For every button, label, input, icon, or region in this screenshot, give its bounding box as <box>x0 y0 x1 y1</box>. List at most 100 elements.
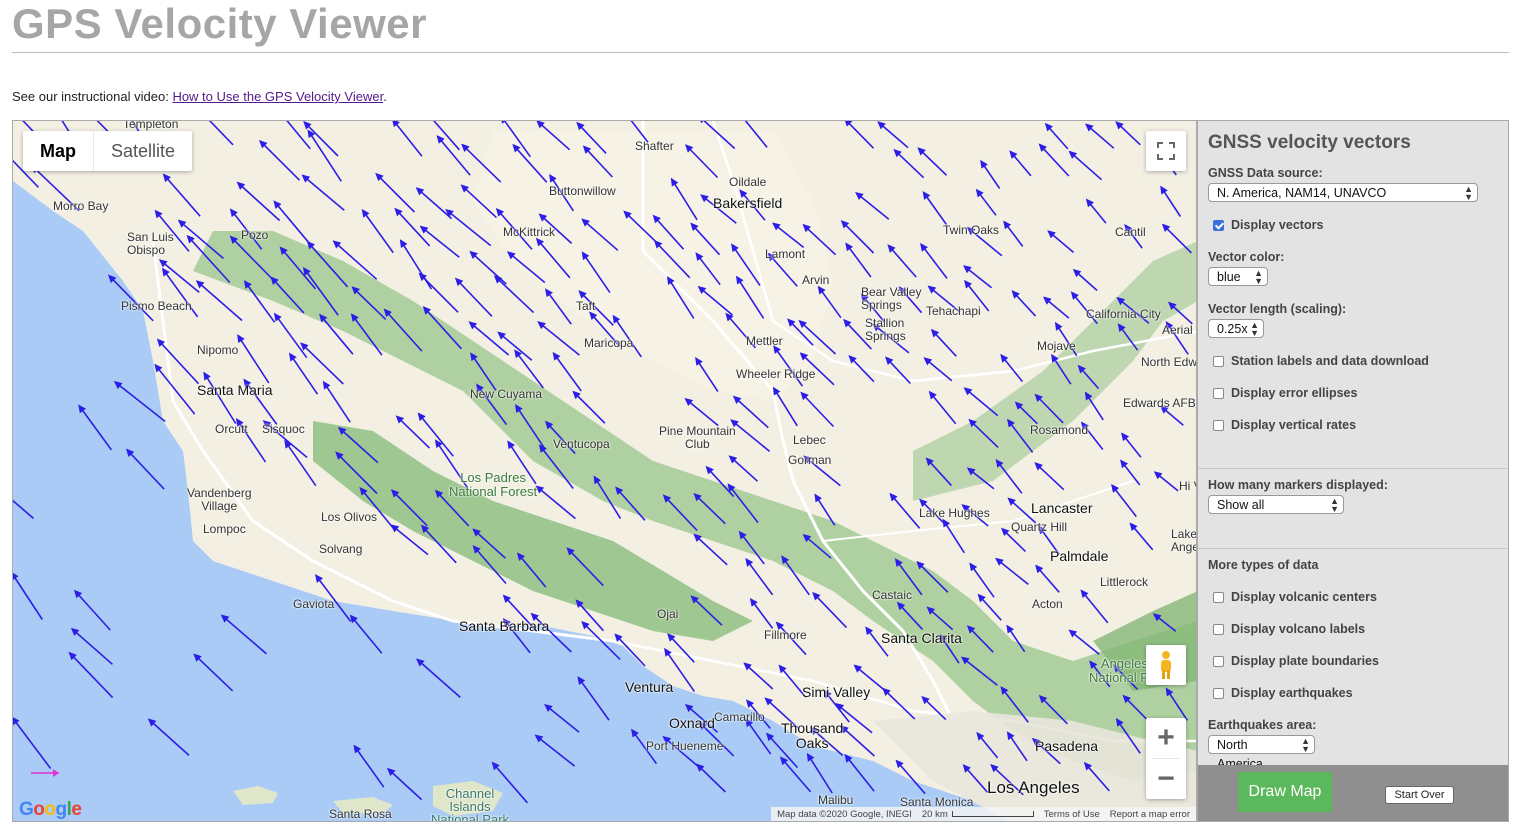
map-label: California City <box>1086 307 1161 321</box>
plate-boundaries-option[interactable]: Display plate boundaries <box>1213 654 1379 668</box>
map-type-control: Map Satellite <box>23 131 193 171</box>
map-label: Lompoc <box>203 522 246 536</box>
map-label: Ventucopa <box>553 437 610 451</box>
map-label: Arvin <box>802 273 830 287</box>
map-label: Maricopa <box>584 336 634 350</box>
select-arrows-icon: ▲ ▼ <box>1301 736 1310 754</box>
map-scale: 20 km <box>922 809 1034 820</box>
error-ellipses-checkbox[interactable] <box>1213 387 1224 399</box>
street-view-pegman-button[interactable] <box>1146 645 1186 685</box>
page-title: GPS Velocity Viewer <box>12 0 427 47</box>
earthquakes-option[interactable]: Display earthquakes <box>1213 686 1353 700</box>
map-label: New Cuyama <box>470 387 543 401</box>
station-labels-option[interactable]: Station labels and data download <box>1213 354 1429 368</box>
volcano-labels-checkbox[interactable] <box>1213 623 1224 635</box>
select-arrows-icon: ▲ ▼ <box>1464 184 1473 202</box>
map-attribution: Map data ©2020 Google, INEGI 20 km Terms… <box>771 807 1196 821</box>
zoom-in-button[interactable]: + <box>1146 718 1186 758</box>
vertical-rates-checkbox[interactable] <box>1213 419 1224 431</box>
volcano-labels-option[interactable]: Display volcano labels <box>1213 622 1365 636</box>
vector-length-value: 0.25x <box>1217 322 1248 336</box>
panel-title: GNSS velocity vectors <box>1208 132 1411 153</box>
vector-color-select[interactable]: blue ▲ ▼ <box>1208 267 1268 286</box>
data-source-label: GNSS Data source: <box>1208 166 1323 180</box>
google-logo: Google <box>19 799 82 820</box>
earthquakes-checkbox[interactable] <box>1213 687 1224 699</box>
map-label: Twin Oaks <box>943 223 1000 237</box>
map-label: Oildale <box>729 175 767 189</box>
map-label: Lancaster <box>1031 500 1093 516</box>
fullscreen-button[interactable] <box>1146 131 1186 171</box>
vector-color-label: Vector color: <box>1208 250 1285 264</box>
fullscreen-icon <box>1157 142 1175 160</box>
map-label: Orcutt <box>215 422 248 436</box>
map-label: Quartz Hill <box>1011 520 1068 534</box>
panel-footer: Draw Map Start Over <box>1198 765 1508 821</box>
display-vectors-label: Display vectors <box>1231 218 1324 232</box>
map-label: Lake Hughes <box>919 506 990 520</box>
map-label: Los Olivos <box>321 510 378 524</box>
report-map-error-link[interactable]: Report a map error <box>1110 809 1190 820</box>
more-types-label: More types of data <box>1208 558 1319 572</box>
map-label: Pozo <box>241 228 269 242</box>
vertical-rates-option[interactable]: Display vertical rates <box>1213 418 1356 432</box>
map-label: Santa Maria <box>197 382 273 398</box>
map-label: Pismo Beach <box>121 299 192 313</box>
display-vectors-option[interactable]: Display vectors <box>1213 218 1323 232</box>
map-label: San Luis Obispo <box>127 230 174 257</box>
title-divider <box>12 52 1509 53</box>
data-source-select[interactable]: N. America, NAM14, UNAVCO ▲ ▼ <box>1208 183 1478 202</box>
map-canvas[interactable]: Templeton Shafter Oildale Buttonwillow B… <box>12 120 1197 822</box>
vector-length-select[interactable]: 0.25x ▲ ▼ <box>1208 319 1264 338</box>
map-label: Ventura <box>625 679 674 695</box>
map-label: Santa Barbara <box>459 618 550 634</box>
map-label: Acton <box>1032 597 1063 611</box>
map-label: Lebec <box>793 433 826 447</box>
map-label: Santa Rosa <box>329 807 392 821</box>
instructional-video-link[interactable]: How to Use the GPS Velocity Viewer <box>172 89 383 104</box>
draw-map-button[interactable]: Draw Map <box>1238 772 1332 812</box>
map-label: Aerial <box>1162 323 1193 337</box>
map-label: Simi Valley <box>802 684 871 700</box>
map-data-credit: Map data ©2020 Google, INEGI <box>777 808 912 820</box>
map-label: Gaviota <box>293 597 335 611</box>
eq-area-select[interactable]: North America ▲ ▼ <box>1208 735 1315 771</box>
map-label: Rosamond <box>1030 423 1089 437</box>
map-label: Vandenberg Village <box>187 486 252 513</box>
map-label: Edwards AFB <box>1123 396 1196 410</box>
plate-boundaries-checkbox[interactable] <box>1213 655 1224 667</box>
map-label: Wheeler Ridge <box>736 367 816 381</box>
map-label: Taft <box>576 299 596 313</box>
map-label: Ojai <box>657 607 679 621</box>
map-label: Channel Islands National Park <box>431 786 510 822</box>
start-over-button[interactable]: Start Over <box>1385 786 1454 804</box>
map-label: Malibu <box>818 793 854 807</box>
volcanic-centers-checkbox[interactable] <box>1213 591 1224 603</box>
error-ellipses-label: Display error ellipses <box>1231 386 1358 400</box>
display-vectors-checkbox[interactable] <box>1213 219 1224 231</box>
map-label: Tehachapi <box>926 304 981 318</box>
map-label: Camarillo <box>714 710 765 724</box>
map-type-map-button[interactable]: Map <box>23 131 93 171</box>
station-labels-checkbox[interactable] <box>1213 355 1224 367</box>
map-label: Shafter <box>635 139 674 153</box>
panel-divider <box>1198 468 1508 469</box>
zoom-control: + − <box>1146 718 1186 799</box>
markers-label: How many markers displayed: <box>1208 478 1388 492</box>
error-ellipses-option[interactable]: Display error ellipses <box>1213 386 1357 400</box>
select-arrows-icon: ▲ ▼ <box>1250 320 1259 338</box>
map-type-satellite-button[interactable]: Satellite <box>94 131 192 171</box>
markers-select[interactable]: Show all ▲ ▼ <box>1208 495 1344 514</box>
vector-length-label: Vector length (scaling): <box>1208 302 1347 316</box>
map-label: Templeton <box>123 120 179 131</box>
terms-of-use-link[interactable]: Terms of Use <box>1044 809 1100 820</box>
map-label: Port Hueneme <box>646 739 724 753</box>
zoom-out-button[interactable]: − <box>1146 759 1186 799</box>
map-label: Hi V <box>1179 479 1196 493</box>
volcanic-centers-option[interactable]: Display volcanic centers <box>1213 590 1377 604</box>
map-label: Pasadena <box>1035 738 1099 754</box>
map-label: Pine Mountain Club <box>659 424 736 451</box>
map-label: Palmdale <box>1050 548 1109 564</box>
map-label: Gorman <box>788 453 832 467</box>
intro-text: See our instructional video: How to Use … <box>12 89 387 104</box>
